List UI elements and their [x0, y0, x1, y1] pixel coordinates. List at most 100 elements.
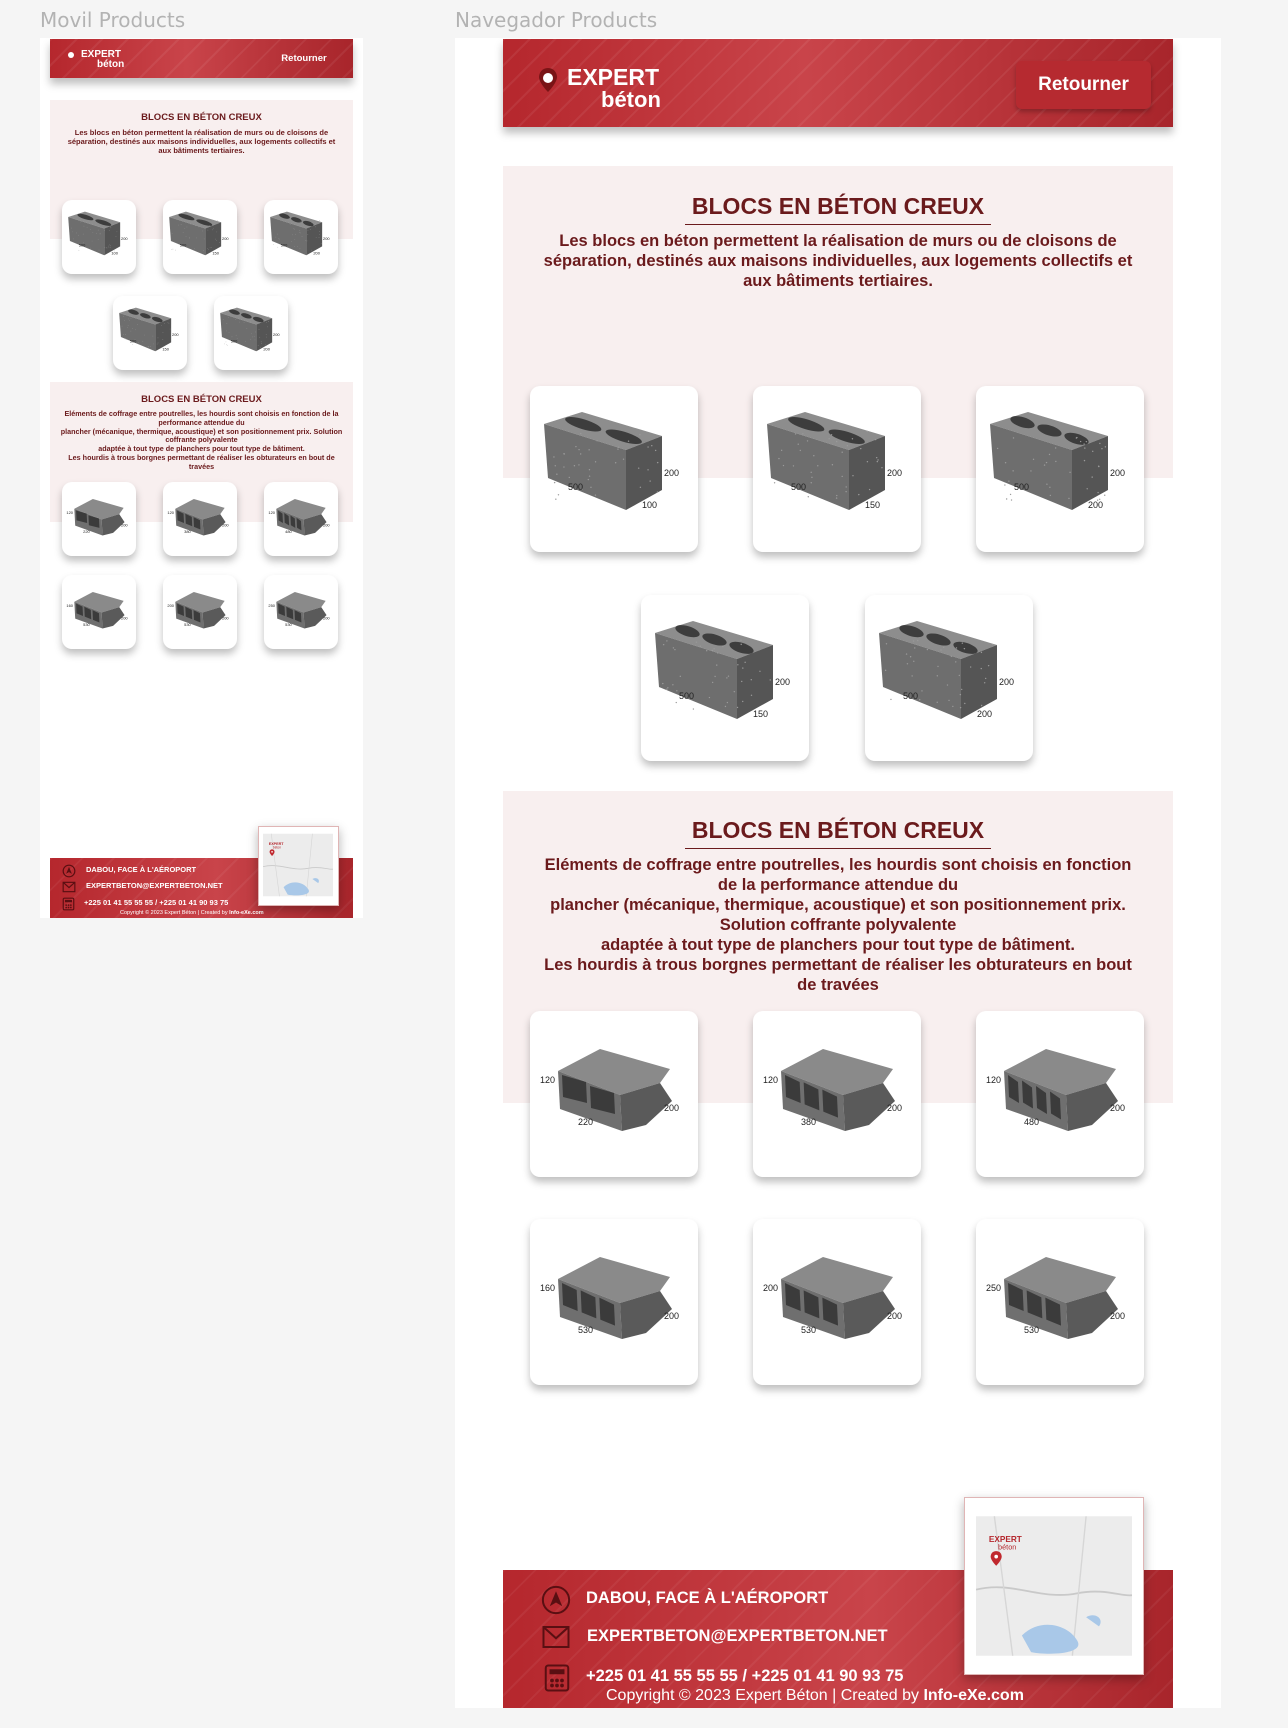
- block-card[interactable]: 500 200 200: [976, 386, 1144, 552]
- desktop-frame-label: Navegador Products: [455, 8, 657, 32]
- dimension-height: 200: [999, 677, 1014, 687]
- mobile-block-card[interactable]: 500 200 200: [214, 296, 288, 370]
- mail-icon: [541, 1624, 571, 1650]
- desktop-header: EXPERT béton Retourner: [503, 39, 1173, 127]
- hourdis-card[interactable]: 120 480 200: [976, 1011, 1144, 1177]
- block-card[interactable]: 500 200 150: [641, 595, 809, 761]
- mobile-frame-label: Movil Products: [40, 8, 185, 32]
- dimension-height: 200: [273, 332, 280, 337]
- hourdis-block-image: 160 530 200: [530, 1219, 698, 1385]
- desktop-logo[interactable]: EXPERT béton: [537, 63, 697, 115]
- dimension-height: 120: [763, 1075, 778, 1085]
- dimension-height: 120: [167, 510, 174, 515]
- concrete-block-image: 500 200 100: [530, 386, 698, 552]
- dimension-length: 220: [578, 1117, 593, 1127]
- dimension-width: 200: [121, 523, 128, 528]
- mobile-footer-address: DABOU, FACE À L'AÉROPORT: [86, 865, 196, 874]
- dimension-length: 530: [578, 1325, 593, 1335]
- desktop-map-card[interactable]: EXPERT béton: [964, 1497, 1144, 1675]
- hourdis-card[interactable]: 250 530 200: [976, 1219, 1144, 1385]
- hourdis-block-image: 200530200: [163, 575, 237, 649]
- svg-text:béton: béton: [998, 1542, 1016, 1551]
- mobile-block-card[interactable]: 500 200 100: [62, 200, 136, 274]
- dimension-length: 500: [231, 338, 238, 343]
- footer-brand-link[interactable]: Info-eXe.com: [923, 1687, 1023, 1704]
- dimension-height: 200: [323, 236, 330, 241]
- hourdis-block-image: 120 220 200: [530, 1011, 698, 1177]
- mobile-footer-brand-link[interactable]: Info-eXe.com: [229, 910, 264, 916]
- footer-phone: +225 01 41 55 55 55 / +225 01 41 90 93 7…: [586, 1667, 903, 1686]
- hourdis-card[interactable]: 160 530 200: [530, 1219, 698, 1385]
- dimension-length: 500: [79, 242, 86, 247]
- dimension-length: 220: [83, 529, 90, 534]
- mobile-block-card[interactable]: 500 200 150: [113, 296, 187, 370]
- dimension-width: 200: [222, 523, 229, 528]
- dimension-width: 200: [887, 1103, 902, 1113]
- dimension-height: 160: [540, 1283, 555, 1293]
- concrete-block-image: 500200200: [976, 386, 1144, 552]
- mobile-footer-email[interactable]: EXPERTBETON@EXPERTBETON.NET: [86, 881, 223, 890]
- hourdis-block-image: 120 220 200: [62, 482, 136, 556]
- dimension-width: 200: [1110, 1103, 1125, 1113]
- concrete-block-image: 500 200 150: [641, 595, 809, 761]
- mobile-hourdis-card[interactable]: 200 530 200: [163, 575, 237, 649]
- mobile-map-card[interactable]: EXPERT béton: [258, 826, 339, 906]
- concrete-block-image: 500200200: [865, 595, 1033, 761]
- mobile-hourdis-card[interactable]: 160 530 200: [62, 575, 136, 649]
- dimension-width: 200: [664, 1311, 679, 1321]
- hourdis-block-image: 250 530 200: [264, 575, 338, 649]
- footer-email[interactable]: EXPERTBETON@EXPERTBETON.NET: [587, 1627, 888, 1646]
- hourdis-card[interactable]: 200 530 200: [753, 1219, 921, 1385]
- location-icon: [541, 1585, 571, 1615]
- dimension-length: 530: [801, 1325, 816, 1335]
- mobile-hourdis-card[interactable]: 120 380 200: [163, 482, 237, 556]
- footer-copyright: Copyright © 2023 Expert Béton | Created …: [606, 1687, 1024, 1705]
- dimension-width: 200: [323, 523, 330, 528]
- dimension-height: 200: [121, 236, 128, 241]
- logo-pin-icon: [68, 52, 74, 58]
- mobile-footer-copyright: Copyright © 2023 Expert Béton | Created …: [120, 910, 264, 916]
- dimension-length: 500: [903, 691, 918, 701]
- block-card[interactable]: 500 200 200: [865, 595, 1033, 761]
- dimension-width: 150: [865, 500, 880, 510]
- mobile-return-button[interactable]: Retourner: [272, 47, 336, 69]
- dimension-height: 200: [664, 468, 679, 478]
- mobile-hourdis-card[interactable]: 250 530 200: [264, 575, 338, 649]
- mobile-header: EXPERT béton Retourner: [50, 39, 353, 78]
- dimension-height: 200: [763, 1283, 778, 1293]
- block-card[interactable]: 500 200 150: [753, 386, 921, 552]
- dimension-length: 480: [1024, 1117, 1039, 1127]
- logo-pin-icon: [537, 67, 559, 93]
- dimension-length: 500: [1014, 482, 1029, 492]
- mobile-frame: EXPERT béton Retourner BLOCS EN BÉTON CR…: [40, 38, 363, 918]
- dimension-length: 380: [801, 1117, 816, 1127]
- mobile-footer-phone: +225 01 41 55 55 55 / +225 01 41 90 93 7…: [84, 898, 228, 907]
- block-card[interactable]: 500 200 100: [530, 386, 698, 552]
- mobile-block-card[interactable]: 500 200 150: [163, 200, 237, 274]
- mobile-block-card[interactable]: 500 200 200: [264, 200, 338, 274]
- hourdis-block-image: 120 380 200: [753, 1011, 921, 1177]
- dimension-width: 200: [1110, 1311, 1125, 1321]
- mobile-hourdis-card[interactable]: 120 480 200: [264, 482, 338, 556]
- dimension-length: 530: [285, 622, 292, 627]
- hourdis-card[interactable]: 120 220 200: [530, 1011, 698, 1177]
- hourdis-block-image: 120 480 200: [976, 1011, 1144, 1177]
- dimension-height: 200: [1110, 468, 1125, 478]
- mobile-logo[interactable]: EXPERT béton: [66, 48, 146, 72]
- dimension-width: 100: [642, 500, 657, 510]
- dimension-width: 200: [121, 616, 128, 621]
- dimension-height: 250: [986, 1283, 1001, 1293]
- map-image: EXPERTbéton: [263, 831, 333, 899]
- dimension-height: 160: [66, 603, 73, 608]
- mobile-section1-description: Les blocs en béton permettent la réalisa…: [64, 128, 339, 155]
- dimension-width: 100: [111, 250, 118, 255]
- dimension-height: 200: [775, 677, 790, 687]
- desktop-return-button[interactable]: Retourner: [1016, 61, 1151, 109]
- dimension-length: 500: [130, 338, 137, 343]
- dimension-height: 200: [167, 603, 174, 608]
- dimension-length: 500: [791, 482, 806, 492]
- dimension-length: 500: [180, 242, 187, 247]
- concrete-block-image: 500 200 150: [163, 200, 237, 274]
- hourdis-card[interactable]: 120 380 200: [753, 1011, 921, 1177]
- mobile-hourdis-card[interactable]: 120 220 200: [62, 482, 136, 556]
